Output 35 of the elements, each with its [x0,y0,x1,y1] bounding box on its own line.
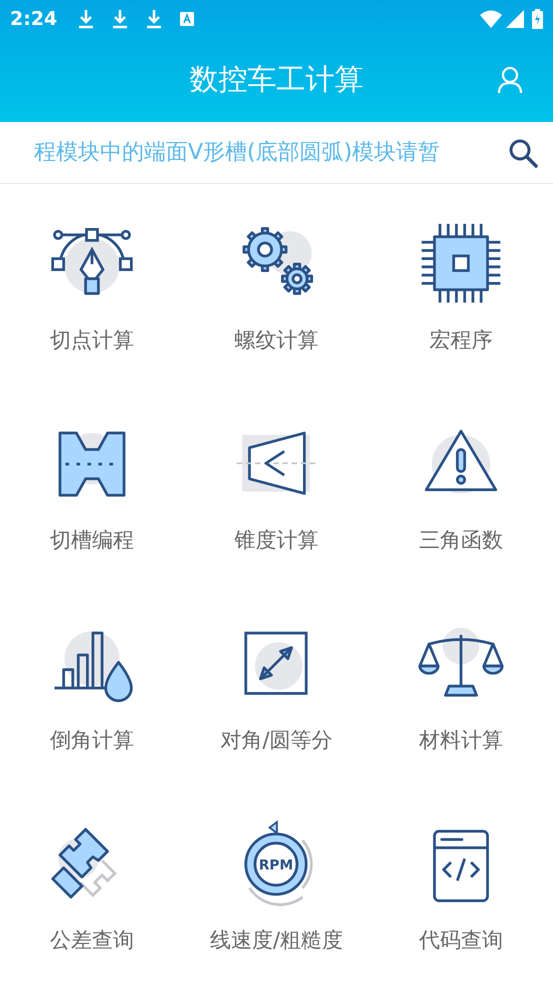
module-label: 宏程序 [429,326,492,354]
module-tile[interactable]: 三角函数 [368,420,553,556]
module-label: 螺纹计算 [234,326,318,354]
module-label: 切点计算 [50,326,134,354]
wifi-icon [480,10,502,28]
module-tile[interactable]: 宏程序 [368,220,553,356]
notification-icon [179,11,196,27]
module-tile[interactable]: 代码查询 [368,820,553,956]
scrolling-notice: 程模块中的端面V形槽(底部圆弧)模块请暂 [34,139,440,167]
status-time: 2:24 [10,6,58,32]
search-icon[interactable] [507,136,539,168]
module-label: 三角函数 [418,526,503,554]
module-tile[interactable]: 对角/圆等分 [184,620,369,756]
module-tile[interactable]: 切点计算 [0,220,184,356]
module-label: 锥度计算 [234,526,318,554]
module-label: 代码查询 [418,926,503,954]
module-tile[interactable]: 倒角计算 [0,620,184,756]
module-label: 公差查询 [50,926,134,954]
download-icon [145,9,164,29]
signal-icon [506,10,524,28]
module-label: 切槽编程 [50,526,134,554]
module-tile[interactable]: 切槽编程 [0,420,184,556]
module-tile[interactable]: 锥度计算 [184,420,369,556]
module-label: 材料计算 [418,726,503,754]
battery-icon [532,9,543,29]
module-tile[interactable]: 公差查询 [0,820,184,956]
module-label: 对角/圆等分 [220,726,333,754]
module-label: 线速度/粗糙度 [210,926,344,954]
module-tile[interactable]: 螺纹计算 [184,220,369,356]
module-label: 倒角计算 [50,726,134,754]
module-tile[interactable]: 材料计算 [368,620,553,756]
module-tile[interactable]: RPM 线速度/粗糙度 [184,820,369,956]
app-title: 数控车工计算 [190,61,364,98]
download-icon [111,9,130,29]
download-icon [77,9,96,29]
